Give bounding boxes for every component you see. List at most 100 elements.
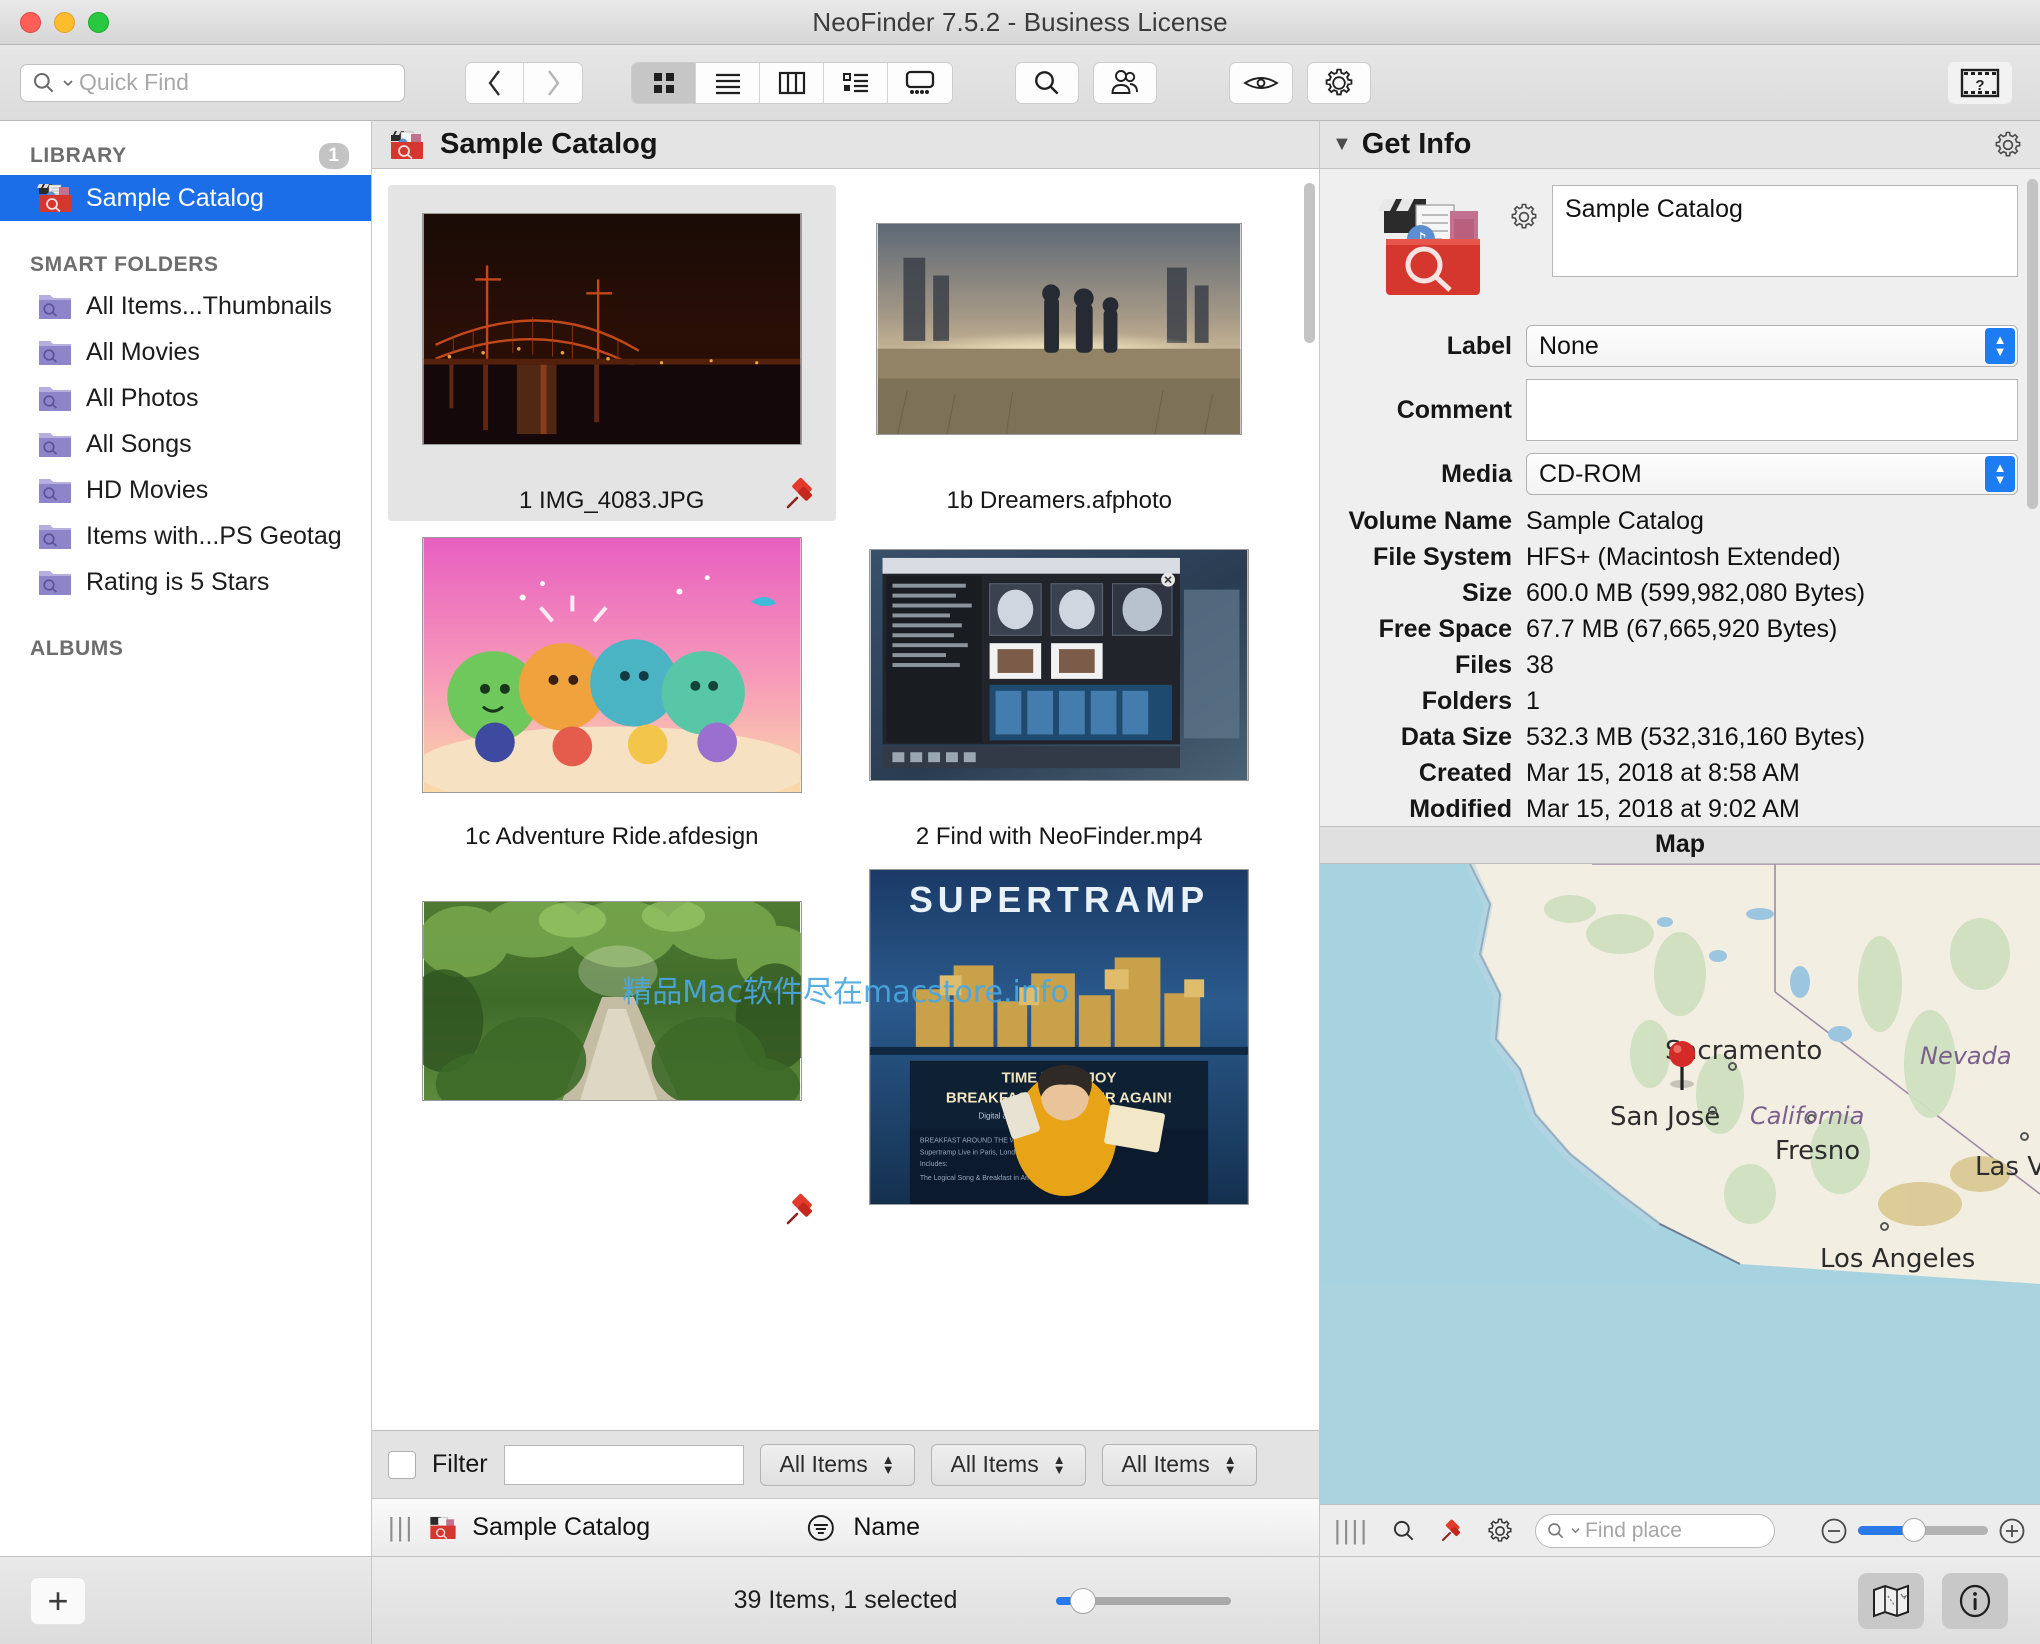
filter-checkbox[interactable] — [388, 1450, 416, 1479]
grid-item[interactable]: 1c Adventure Ride.afdesign — [388, 521, 836, 857]
info-icon-gear-button[interactable] — [1510, 203, 1538, 231]
filter-popup-2[interactable]: All Items ▲ ▼ — [930, 1443, 1086, 1486]
sidebar-item-label: All Items...Thumbnails — [86, 291, 332, 320]
stepper-arrows-icon[interactable]: ▲ ▼ — [1985, 328, 2015, 364]
map-view[interactable]: Sacramento San Jose Fresno Los Angeles L… — [1320, 863, 2040, 1504]
info-row-value: 38 — [1526, 651, 1554, 679]
find-place-field[interactable]: Find place — [1535, 1513, 1776, 1548]
filter-input[interactable] — [503, 1444, 744, 1485]
media-select[interactable]: CD-ROM ▲ ▼ — [1526, 453, 2018, 495]
sidebar-item-label: HD Movies — [86, 475, 209, 504]
smart-folder-icon — [36, 429, 74, 460]
forward-button[interactable] — [524, 62, 582, 103]
view-mode-icon-view[interactable] — [632, 62, 696, 103]
find-button[interactable] — [1015, 61, 1079, 104]
sidebar-item-all-items-thumbnails[interactable]: All Items...Thumbnails — [0, 283, 371, 329]
catalog-icon — [388, 129, 426, 161]
filter-popup-1[interactable]: All Items ▲ ▼ — [759, 1443, 915, 1486]
grid-item[interactable]: 2 Find with NeoFinder.mp4 — [836, 521, 1284, 857]
view-mode-gallery-view[interactable] — [888, 62, 952, 103]
sidebar-item-hd-movies[interactable]: HD Movies — [0, 467, 371, 513]
back-button[interactable] — [466, 62, 525, 103]
media-help-button[interactable]: ? — [1948, 61, 2012, 104]
filter-popup-label: All Items — [950, 1451, 1039, 1477]
plus-icon[interactable] — [1998, 1517, 2026, 1545]
stepper-arrows-icon: ▲ ▼ — [1052, 1451, 1066, 1477]
get-info-gear-button[interactable] — [1994, 131, 2022, 159]
comment-field-row: Comment — [1334, 379, 2030, 441]
add-catalog-button[interactable]: + — [30, 1576, 86, 1625]
stepper-arrows-icon[interactable]: ▲ ▼ — [1985, 456, 2015, 492]
quick-find-field[interactable]: Quick Find — [20, 63, 405, 102]
sort-control[interactable]: Name — [805, 1513, 920, 1543]
comment-input[interactable] — [1526, 379, 2018, 441]
preview-button[interactable] — [1229, 61, 1293, 104]
slider-knob[interactable] — [1902, 1518, 1926, 1542]
grip-icon[interactable]: ||| — [388, 1512, 414, 1543]
view-mode-segment — [631, 61, 953, 104]
filter-popup-label: All Items — [779, 1451, 868, 1477]
center-header: Sample Catalog — [372, 121, 1319, 169]
list-icon — [715, 73, 740, 94]
sidebar-scroll: LIBRARY 1 ♪ — [0, 121, 371, 1556]
minus-icon[interactable] — [1820, 1517, 1848, 1545]
map-search-button[interactable] — [1391, 1518, 1417, 1544]
grid-item[interactable]: 1 IMG_4083.JPG — [388, 185, 836, 521]
grip-icon[interactable]: |||| — [1334, 1515, 1369, 1546]
thumbnail — [421, 867, 803, 1135]
map-label-san-jose: San Jose — [1610, 1101, 1721, 1132]
plus-icon: + — [47, 1579, 69, 1621]
view-mode-detail-view[interactable] — [824, 62, 888, 103]
map-pin-red[interactable] — [1662, 1038, 1702, 1104]
chevron-down-icon[interactable] — [63, 79, 73, 87]
smart-folder-icon — [36, 475, 74, 506]
map-toggle-button[interactable] — [1858, 1572, 1924, 1629]
filter-popup-3[interactable]: All Items ▲ ▼ — [1101, 1443, 1257, 1486]
map-zoom-slider[interactable] — [1858, 1518, 1988, 1542]
chevron-down-icon[interactable] — [1571, 1527, 1580, 1534]
thumbnail-size-slider[interactable] — [1056, 1587, 1231, 1614]
scrollbar-thumb[interactable] — [1303, 183, 1315, 343]
columns-icon — [778, 71, 805, 94]
get-info-header: ▼ Get Info — [1320, 121, 2040, 169]
path-label: Sample Catalog — [472, 1513, 651, 1541]
get-info-scrollbar[interactable] — [2027, 179, 2038, 509]
folded-map-icon — [1873, 1584, 1909, 1617]
map-label-los-angeles: Los Angeles — [1820, 1243, 1976, 1274]
view-mode-column-view[interactable] — [760, 62, 824, 103]
map-title: Map — [1655, 830, 1705, 858]
info-toggle-button[interactable] — [1942, 1572, 2008, 1629]
info-row: Data Size 532.3 MB (532,316,160 Bytes) — [1334, 723, 2030, 752]
sidebar-item-rating-is-5-stars[interactable]: Rating is 5 Stars — [0, 559, 371, 605]
people-button[interactable] — [1093, 61, 1157, 104]
info-row: Volume Name Sample Catalog — [1334, 507, 2030, 536]
supertramp-album-cover-image: SUPERTRAMP TIME BREAKFAST AGAIN! Digital… — [869, 869, 1250, 1205]
sidebar-item-all-movies[interactable]: All Movies — [0, 329, 371, 375]
slider-knob[interactable] — [1070, 1587, 1096, 1614]
map-settings-button[interactable] — [1487, 1518, 1513, 1544]
info-row-label: Free Space — [1378, 615, 1512, 643]
grid-scrollbar[interactable] — [1299, 169, 1319, 1430]
sidebar-item-sample-catalog[interactable]: ♪ Sample Catalog — [0, 175, 371, 221]
map-pin-button[interactable] — [1439, 1518, 1465, 1544]
title-bar: NeoFinder 7.5.2 - Business License — [0, 0, 2040, 45]
catalog-name-field[interactable]: Sample Catalog — [1552, 185, 2018, 277]
sidebar-item-all-photos[interactable]: All Photos — [0, 375, 371, 421]
grid-item[interactable] — [388, 857, 836, 1237]
search-icon — [33, 72, 54, 92]
view-mode-list-view[interactable] — [696, 62, 760, 103]
smart-folder-icon — [36, 383, 74, 414]
grid-item[interactable]: SUPERTRAMP TIME BREAKFAST AGAIN! Digital… — [836, 857, 1284, 1237]
sidebar-item-all-songs[interactable]: All Songs — [0, 421, 371, 467]
sidebar-item-label: All Photos — [86, 383, 199, 412]
search-icon — [1393, 1520, 1414, 1540]
label-select[interactable]: None ▲ ▼ — [1526, 325, 2018, 367]
sidebar-item-label: All Movies — [86, 337, 200, 366]
disclosure-triangle-icon[interactable]: ▼ — [1332, 133, 1352, 156]
sidebar-item-items-with-ps-geotag[interactable]: Items with...PS Geotag — [0, 513, 371, 559]
slider-track[interactable] — [1056, 1587, 1231, 1614]
grid-item[interactable]: 1b Dreamers.afphoto — [836, 185, 1284, 521]
people-icon — [1111, 69, 1138, 94]
settings-button[interactable] — [1307, 61, 1371, 104]
